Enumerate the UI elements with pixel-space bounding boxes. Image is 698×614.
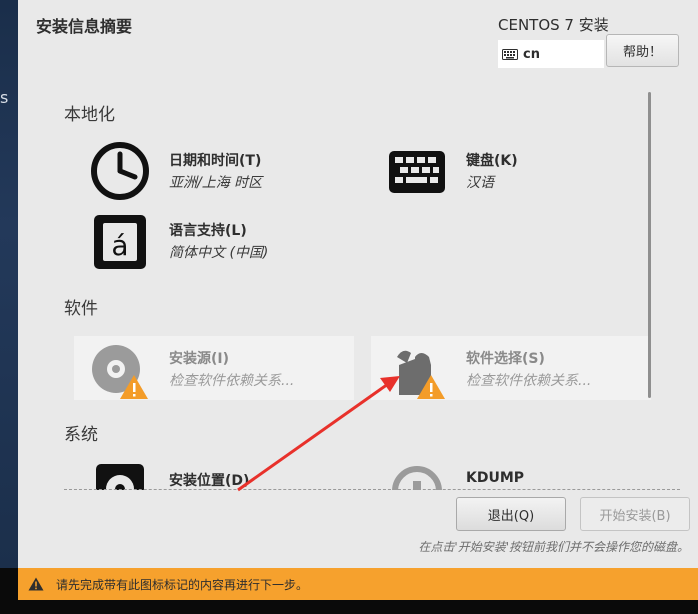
clock-icon [91, 142, 149, 200]
begin-install-button[interactable]: 开始安装(B) [580, 497, 690, 531]
warning-bar: 请先完成带有此图标标记的内容再进行下一步。 [18, 568, 698, 600]
hub-scrollbar[interactable] [648, 92, 651, 398]
desktop-edge-glyph: s [0, 88, 9, 107]
warning-text: 请先完成带有此图标标记的内容再进行下一步。 [56, 577, 309, 592]
spoke-install-source-title: 安装源(I) [169, 351, 230, 367]
disk-notice: 在点击'开始安装'按钮前我们并不会操作您的磁盘。 [418, 540, 689, 554]
desktop-edge: s [0, 0, 18, 568]
spoke-datetime-title: 日期和时间(T) [169, 153, 262, 169]
spoke-install-source-status: 检查软件依赖关系... [169, 373, 295, 389]
spoke-software-selection-status: 检查软件依赖关系... [466, 373, 592, 389]
hub-bottom-divider [64, 489, 680, 490]
svg-text:á: á [111, 229, 128, 262]
page-title: 安装信息摘要 [36, 17, 133, 36]
keyboard-layout-indicator[interactable]: cn [498, 40, 604, 68]
spoke-software-selection: 软件选择(S) 检查软件依赖关系... [371, 336, 651, 400]
spoke-keyboard-title: 键盘(K) [466, 153, 518, 169]
spoke-install-source: 安装源(I) 检查软件依赖关系... [74, 336, 354, 400]
kdump-icon [392, 466, 442, 490]
spoke-software-selection-title: 软件选择(S) [466, 351, 545, 367]
spoke-datetime-status: 亚洲/上海 时区 [169, 175, 263, 191]
spoke-keyboard[interactable]: 键盘(K) 汉语 [371, 138, 651, 202]
spoke-language-title: 语言支持(L) [169, 223, 247, 239]
package-icon [397, 350, 445, 399]
language-icon: á [94, 215, 146, 269]
spoke-kdump[interactable]: KDUMP [371, 458, 651, 490]
section-software: 软件 [64, 299, 98, 319]
summary-hub: 本地化 日期和时间(T) 亚洲/上海 时区 键盘(K) 汉语 á 语言支持(L)… [18, 88, 698, 490]
spoke-keyboard-status: 汉语 [466, 175, 494, 191]
help-button[interactable]: 帮助！ [606, 34, 679, 67]
section-localization: 本地化 [64, 105, 115, 125]
warning-icon [28, 577, 44, 591]
spoke-language-status: 简体中文 (中国) [169, 245, 269, 261]
product-title: CENTOS 7 安装 [498, 16, 609, 34]
spoke-install-destination[interactable]: 安装位置(D) [74, 458, 354, 490]
keyboard-layout-label: cn [523, 46, 540, 62]
spoke-install-destination-title: 安装位置(D) [169, 473, 250, 489]
spoke-kdump-title: KDUMP [466, 470, 525, 486]
section-system: 系统 [64, 425, 98, 445]
spoke-datetime[interactable]: 日期和时间(T) 亚洲/上海 时区 [74, 138, 354, 202]
install-summary-window: 安装信息摘要 CENTOS 7 安装 cn 帮助！ 本地化 日期和时间(T) 亚… [18, 0, 698, 568]
screen-bottom-edge [0, 600, 698, 614]
quit-button[interactable]: 退出(Q) [456, 497, 566, 531]
keyboard-small-icon [502, 48, 518, 60]
keyboard-icon [389, 151, 445, 193]
harddrive-icon [96, 464, 144, 490]
spoke-language[interactable]: á 语言支持(L) 简体中文 (中国) [74, 208, 354, 272]
disc-icon [92, 345, 148, 399]
